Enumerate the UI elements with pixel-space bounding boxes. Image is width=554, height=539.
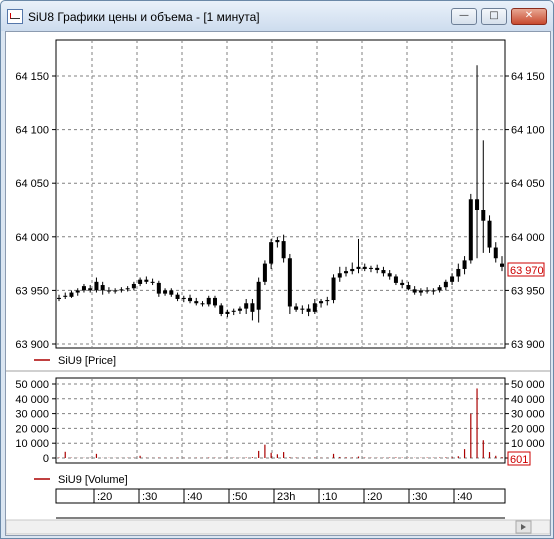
time-label: :40: [187, 491, 202, 503]
time-label: :10: [322, 491, 337, 503]
price-tick-label-left: 64 150: [15, 71, 49, 83]
price-legend: SiU9 [Price]: [34, 355, 116, 367]
time-label: :30: [142, 491, 157, 503]
volume-tick-label-right: 40 000: [511, 394, 545, 406]
volume-last-value: 601: [510, 454, 528, 466]
price-candle: [287, 253, 292, 314]
price-tick-label-left: 63 950: [15, 285, 49, 297]
volume-tick-label-right: 30 000: [511, 409, 545, 421]
price-candle: [487, 215, 492, 253]
maximize-icon: □: [489, 10, 499, 21]
chart-area: 64 150 64 150 64 100 64 100 64 050 64 050 64 0…: [5, 31, 551, 536]
price-tick-label-right: 64 000: [511, 232, 545, 244]
volume-legend: SiU9 [Volume]: [34, 474, 128, 486]
price-candle: [468, 193, 473, 264]
minimize-icon: —: [459, 10, 469, 21]
scrollbar-track[interactable]: [6, 519, 550, 535]
chart-window: SiU8 Графики цены и объема - [1 минута] …: [0, 0, 554, 539]
time-labels: :20 :30 :40 :50 23h :10 :20 :30 :40: [93, 489, 472, 503]
volume-tick-label-left: 40 000: [15, 394, 49, 406]
volume-tick-label-right: 20 000: [511, 423, 545, 435]
volume-tick-label-right: 50 000: [511, 379, 545, 391]
volume-plot-frame: [55, 377, 506, 464]
price-tick-label-right: 63 900: [511, 339, 545, 351]
volume-tick-label-right: 10 000: [511, 438, 545, 450]
chart-app-icon: [7, 9, 23, 24]
chart-svg: 64 150 64 150 64 100 64 100 64 050 64 050 64 0…: [6, 39, 550, 535]
price-candle: [331, 274, 336, 304]
price-tick-label-right: 64 150: [511, 71, 545, 83]
volume-tick-label-left: 20 000: [15, 423, 49, 435]
title-bar[interactable]: SiU8 Графики цены и объема - [1 минута] …: [1, 1, 553, 31]
volume-legend-label: SiU9 [Volume]: [58, 474, 128, 486]
volume-tick-label-left: 0: [43, 453, 49, 465]
price-candle: [262, 260, 267, 286]
time-label: :20: [97, 491, 112, 503]
price-panel[interactable]: 64 150 64 150 64 100 64 100 64 050 64 050 64 0…: [15, 39, 545, 351]
price-plot-frame: [55, 39, 506, 349]
time-label: :30: [412, 491, 427, 503]
price-tick-label-left: 64 050: [15, 178, 49, 190]
volume-panel[interactable]: 50 000 50 000 40 000 40 000 30 000 30 000 20 0…: [15, 377, 545, 466]
price-legend-label: SiU9 [Price]: [58, 355, 116, 367]
close-button[interactable]: ✕: [511, 8, 547, 25]
volume-tick-label-left: 50 000: [15, 379, 49, 391]
volume-tick-label-left: 30 000: [15, 409, 49, 421]
minimize-button[interactable]: —: [451, 8, 477, 25]
time-axis: :20 :30 :40 :50 23h :10 :20 :30 :40: [55, 488, 506, 519]
window-title: SiU8 Графики цены и объема - [1 минута]: [28, 10, 260, 24]
price-tick-label-right: 63 950: [511, 285, 545, 297]
price-tick-label-left: 64 100: [15, 125, 49, 137]
horizontal-scrollbar[interactable]: [6, 519, 550, 535]
volume-tick-label-left: 10 000: [15, 438, 49, 450]
time-label: :50: [232, 491, 247, 503]
price-tick-label-right: 64 100: [511, 125, 545, 137]
time-label: 23h: [277, 491, 295, 503]
maximize-button[interactable]: □: [481, 8, 507, 25]
price-tick-label-left: 63 900: [15, 339, 49, 351]
price-tick-label-right: 64 050: [511, 178, 545, 190]
time-label: :40: [457, 491, 472, 503]
close-icon: ✕: [524, 10, 534, 21]
price-last-value: 63 970: [510, 265, 544, 277]
price-tick-label-left: 64 000: [15, 232, 49, 244]
time-label: :20: [367, 491, 382, 503]
resize-grip[interactable]: [534, 521, 548, 533]
